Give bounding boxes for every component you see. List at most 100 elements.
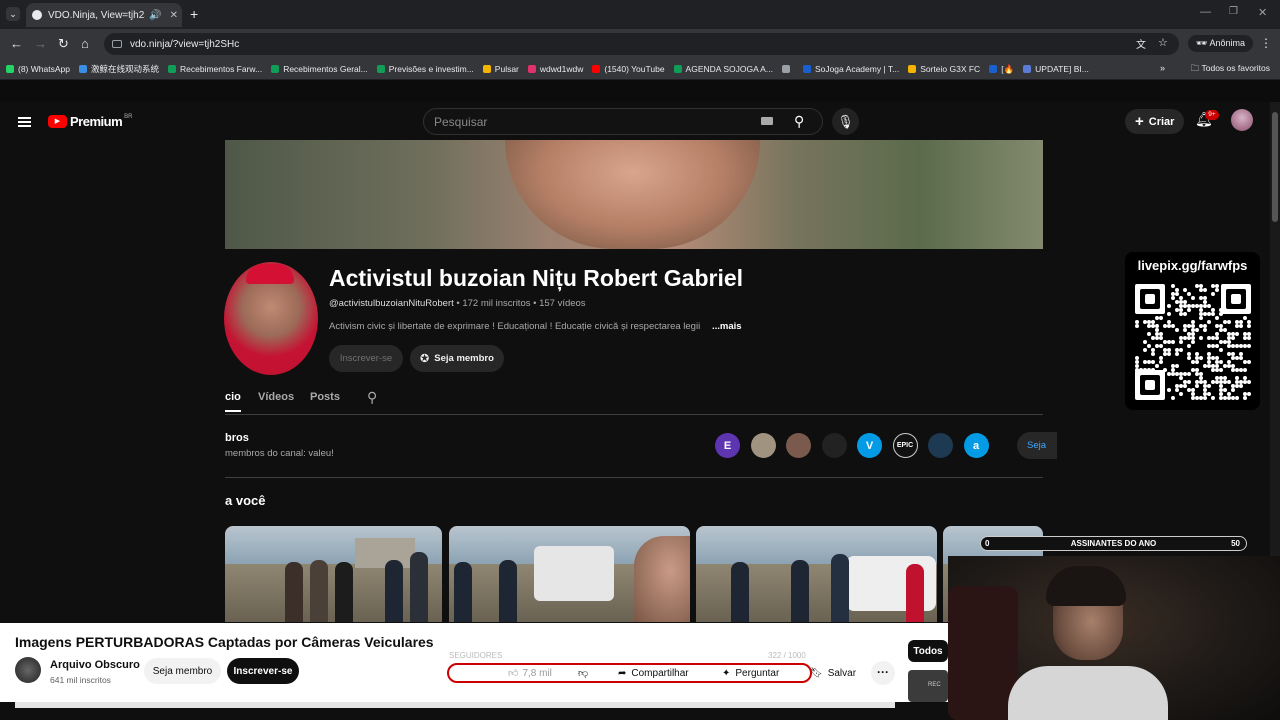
bookmark-item[interactable]: (1540) YouTube <box>592 64 665 74</box>
qr-module <box>1215 380 1219 384</box>
bookmark-item[interactable]: Sorteio G3X FC <box>908 64 980 74</box>
qr-module <box>1191 320 1195 324</box>
qr-module <box>1143 360 1147 364</box>
bookmark-item[interactable]: 激鲸在线观动系统 <box>78 63 159 75</box>
youtube-premium-logo[interactable]: ▶ Premium BR <box>48 114 132 129</box>
channel-description[interactable]: Activism civic și libertate de exprimare… <box>329 321 714 332</box>
video-thumbnail[interactable] <box>449 526 690 622</box>
close-window-button[interactable]: ✕ <box>1258 6 1267 19</box>
video-channel-name[interactable]: Arquivo Obscuro <box>50 659 140 671</box>
share-button[interactable]: ➦ Compartilhar <box>618 663 689 683</box>
home-icon[interactable]: ⌂ <box>81 36 89 51</box>
qr-module <box>1187 308 1191 312</box>
account-avatar[interactable] <box>1231 109 1253 131</box>
dislike-icon[interactable]: 👎︎ <box>578 663 588 683</box>
member-avatar[interactable] <box>786 433 811 458</box>
filter-chip-todos[interactable]: Todos <box>908 640 948 662</box>
translate-icon[interactable]: 文 <box>1136 36 1146 51</box>
bookmarks-overflow-icon[interactable]: » <box>1160 63 1165 73</box>
member-avatar[interactable] <box>750 433 776 458</box>
browser-tab[interactable]: VDO.Ninja, View=tjh2SHc 🔊 ✕ <box>26 3 182 27</box>
qr-module <box>1199 372 1203 376</box>
microphone-icon[interactable]: 🎙 <box>832 108 859 135</box>
member-avatar[interactable] <box>928 433 953 458</box>
member-avatar[interactable]: V <box>857 433 882 458</box>
bookmark-item[interactable]: Recebimentos Farw... <box>167 64 262 74</box>
video-channel-avatar[interactable] <box>15 657 41 683</box>
member-avatar[interactable]: EPIC <box>892 433 918 458</box>
keyboard-icon[interactable] <box>761 117 773 125</box>
reload-icon[interactable]: ↻ <box>58 36 69 52</box>
bookmark-item[interactable]: (8) WhatsApp <box>6 64 70 74</box>
forward-icon[interactable]: → <box>34 36 47 51</box>
address-bar[interactable]: vdo.ninja/?view=tjh2SHc <box>104 33 1179 55</box>
maximize-button[interactable]: ❐ <box>1229 6 1238 17</box>
video-subscribe-button[interactable]: Inscrever-se <box>227 658 299 684</box>
qr-module <box>1167 340 1171 344</box>
recommended-thumbnail[interactable]: REC <box>908 670 948 702</box>
bookmark-item[interactable]: [🔥 <box>989 64 1014 75</box>
video-thumbnail[interactable] <box>696 526 937 622</box>
bookmark-item[interactable]: UPDATE] BI... <box>1023 64 1089 74</box>
page-scrollbar[interactable] <box>1270 102 1280 622</box>
qr-module <box>1203 380 1207 384</box>
qr-module <box>1219 312 1223 316</box>
bookmark-item[interactable]: wdwd1wdw <box>527 64 583 74</box>
tab-list-dropdown[interactable]: ⌄ <box>6 7 20 21</box>
qr-module <box>1231 384 1235 388</box>
tab-home[interactable]: cio <box>225 391 241 412</box>
qr-module <box>1207 344 1211 348</box>
subscribe-button[interactable]: Inscrever-se <box>329 345 403 372</box>
member-avatar[interactable]: a <box>963 433 989 458</box>
all-bookmarks-folder[interactable]: 🗀 Todos os favoritos <box>1191 63 1270 77</box>
qr-module <box>1211 284 1215 288</box>
new-tab-button[interactable]: + <box>190 6 198 22</box>
bookmark-label: 激鲸在线观动系统 <box>90 64 159 74</box>
tab-videos[interactable]: Vídeos <box>258 391 294 403</box>
search-icon[interactable]: ⚲ <box>794 113 804 130</box>
hamburger-menu-icon[interactable] <box>18 115 31 129</box>
qr-module <box>1191 392 1195 396</box>
qr-module <box>1243 368 1247 372</box>
qr-module <box>1163 368 1167 372</box>
bookmark-item[interactable]: AGENDA SOJOGA A... <box>673 64 773 74</box>
bookmark-item[interactable]: Recebimentos Geral... <box>271 64 368 74</box>
ask-button[interactable]: ✦ Perguntar <box>722 663 779 683</box>
channel-avatar[interactable] <box>224 262 318 375</box>
video-join-button[interactable]: Seja membro <box>144 658 221 684</box>
qr-finder-center <box>1231 294 1241 304</box>
save-button[interactable]: 🔖︎ Salvar <box>810 663 856 683</box>
back-icon[interactable]: ← <box>10 36 23 51</box>
bookmark-item[interactable]: Previsões e investim... <box>376 64 474 74</box>
create-button[interactable]: + Criar <box>1125 109 1185 134</box>
channel-search-icon[interactable]: ⚲ <box>367 389 377 406</box>
description-more-link[interactable]: ...mais <box>712 321 742 332</box>
site-info-icon[interactable] <box>112 40 122 48</box>
qr-module <box>1179 300 1183 304</box>
members-join-button[interactable]: Seja <box>1017 432 1057 459</box>
member-avatar[interactable]: E <box>715 433 740 458</box>
close-tab-icon[interactable]: ✕ <box>170 10 178 21</box>
bookmark-item[interactable]: Pulsar <box>482 64 519 74</box>
qr-module <box>1155 324 1159 328</box>
qr-module <box>1219 392 1223 396</box>
member-avatar[interactable] <box>821 433 847 458</box>
scrollbar-thumb[interactable] <box>1272 112 1278 222</box>
qr-module <box>1195 328 1199 332</box>
bookmark-label: Sorteio G3X FC <box>920 64 981 74</box>
bookmark-star-icon[interactable]: ☆ <box>1158 36 1168 49</box>
incognito-profile-button[interactable]: 🕶 Anônima <box>1188 35 1253 52</box>
tab-posts[interactable]: Posts <box>310 391 340 403</box>
like-button[interactable]: 👍︎ 7,8 mil <box>508 663 552 683</box>
bookmark-item[interactable]: SoJoga Academy | T... <box>802 64 899 74</box>
minimize-button[interactable]: — <box>1200 6 1211 18</box>
browser-menu-icon[interactable]: ⋮ <box>1260 36 1272 50</box>
video-thumbnail[interactable] <box>225 526 442 622</box>
more-actions-button[interactable]: ··· <box>871 661 895 685</box>
speaker-icon[interactable]: 🔊 <box>149 10 161 21</box>
qr-module <box>1247 332 1251 336</box>
search-input[interactable]: Pesquisar ⚲ <box>423 108 823 135</box>
bookmark-item[interactable] <box>781 65 794 73</box>
join-button[interactable]: ✪ Seja membro <box>410 345 504 372</box>
qr-module <box>1171 372 1175 376</box>
